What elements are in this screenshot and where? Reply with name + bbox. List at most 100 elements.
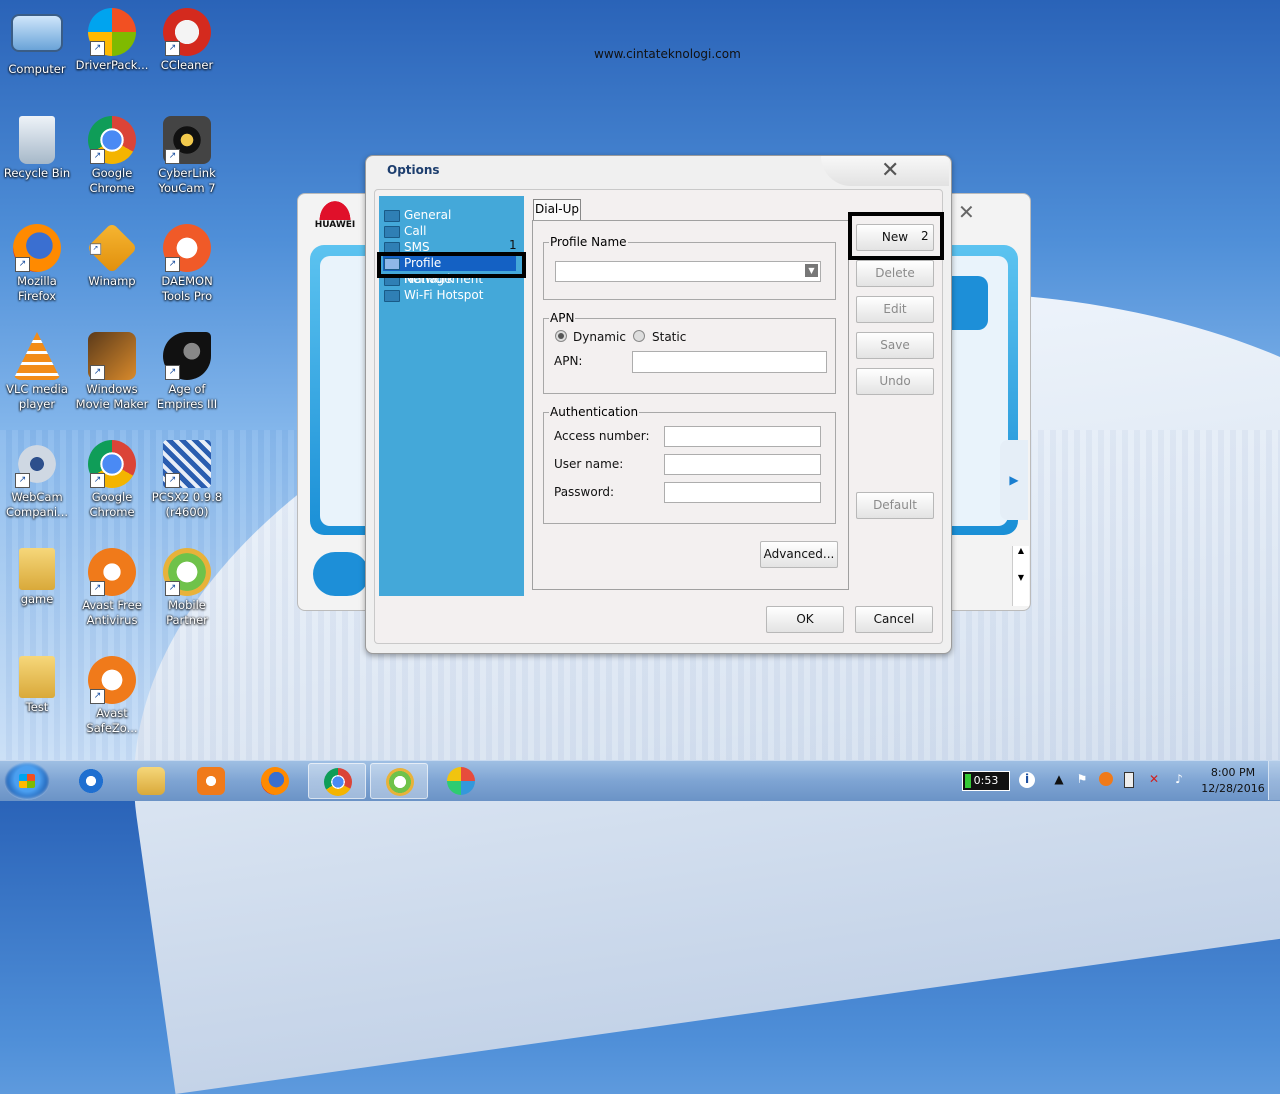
desktop-icon-label: Test — [25, 700, 49, 714]
daemon-tools-icon: ↗ — [163, 224, 211, 272]
huawei-menu-button[interactable] — [313, 552, 369, 596]
desktop-icon-label: game — [20, 592, 54, 606]
save-button[interactable]: Save — [856, 332, 934, 359]
desktop-icon-movie-maker[interactable]: ↗ Windows Movie Maker — [73, 332, 151, 412]
desktop-icon-webcam[interactable]: ↗ WebCam Compani... — [0, 440, 76, 520]
taskbar-clock[interactable]: 8:00 PM 12/28/2016 — [1196, 765, 1270, 797]
tab-dial-up[interactable]: Dial-Up — [533, 199, 581, 220]
taskbar-firefox[interactable] — [246, 763, 304, 799]
action-center-flag-icon[interactable]: ⚑ — [1075, 772, 1089, 786]
network-disconnected-icon[interactable]: ✕ — [1147, 772, 1161, 786]
internet-explorer-icon — [77, 767, 105, 795]
user-name-input[interactable] — [664, 454, 821, 475]
apn-dynamic-radio[interactable] — [555, 330, 567, 342]
apn-input[interactable] — [632, 351, 827, 373]
battery-level-icon — [965, 774, 971, 788]
nav-item-wifi-hotspot[interactable]: Wi-Fi Hotspot — [383, 287, 483, 303]
battery-indicator[interactable]: 0:53 — [962, 771, 1010, 791]
profile-name-legend: Profile Name — [549, 235, 628, 249]
driverpack-icon: ↗ — [88, 8, 136, 56]
clock-time: 8:00 PM — [1210, 766, 1256, 779]
profile-name-combo[interactable]: ▼ — [555, 261, 821, 282]
desktop-icon-firefox[interactable]: ↗ Mozilla Firefox — [0, 224, 76, 304]
nav-item-general[interactable]: General — [383, 207, 451, 223]
apn-static-radio[interactable] — [633, 330, 645, 342]
taskbar-internet-explorer[interactable] — [62, 763, 120, 799]
desktop-icon-label: Windows Movie Maker — [75, 382, 149, 411]
folder-icon — [137, 767, 165, 795]
desktop-icon-label: Recycle Bin — [3, 166, 71, 180]
pcsx2-icon: ↗ — [163, 440, 211, 488]
taskbar-paint[interactable] — [432, 763, 490, 799]
volume-icon[interactable]: ♪ — [1172, 772, 1186, 786]
desktop-icon-game[interactable]: game — [0, 548, 76, 607]
nav-item-label: General — [404, 208, 452, 222]
desktop-icon-age-of-empires[interactable]: ↗ Age of Empires III — [148, 332, 226, 412]
chevron-down-icon[interactable]: ▼ — [805, 264, 818, 277]
avast-tray-icon[interactable] — [1099, 772, 1113, 786]
apn-static-label: Static — [652, 330, 687, 344]
desktop-icon-ccleaner[interactable]: ↗ CCleaner — [148, 8, 226, 73]
desktop-icon-label: Winamp — [88, 274, 136, 288]
start-button[interactable] — [4, 762, 50, 800]
desktop-icon-cyberlink[interactable]: ↗ CyberLink YouCam 7 — [148, 116, 226, 196]
folder-icon — [384, 226, 400, 238]
desktop-icon-avast[interactable]: ↗ Avast Free Antivirus — [73, 548, 151, 628]
vlc-icon — [13, 332, 61, 380]
desktop-icon-label: Avast SafeZo... — [86, 706, 138, 735]
desktop-icon-driverpack[interactable]: ↗ DriverPack... — [73, 8, 151, 73]
clock-date: 12/28/2016 — [1201, 782, 1265, 795]
desktop-icon-winamp[interactable]: ↗ Winamp — [73, 222, 151, 289]
desktop-icon-daemon-tools[interactable]: ↗ DAEMON Tools Pro — [148, 224, 226, 304]
access-number-input[interactable] — [664, 426, 821, 447]
nav-item-label: Wi-Fi Hotspot — [404, 288, 484, 302]
huawei-scrollbar[interactable]: ▲ ▼ — [1012, 546, 1029, 606]
desktop-icon-pcsx2[interactable]: ↗ PCSX2 0.9.8 (r4600) — [148, 440, 226, 520]
ccleaner-icon: ↗ — [163, 8, 211, 56]
desktop-icon-label: DAEMON Tools Pro — [161, 274, 213, 303]
delete-button[interactable]: Delete — [856, 260, 934, 287]
ok-button[interactable]: OK — [766, 606, 844, 633]
battery-tray-icon[interactable] — [1124, 772, 1134, 788]
youcam-icon: ↗ — [163, 116, 211, 164]
annotation-marker-2: 2 — [921, 229, 929, 243]
huawei-expand-arrow-icon[interactable]: ▶ — [1000, 440, 1028, 520]
huawei-logo-text: HUAWEI — [314, 220, 356, 230]
dialog-close-button[interactable]: ✕ — [821, 156, 949, 186]
show-desktop-button[interactable] — [1268, 761, 1280, 800]
desktop-icon-google-chrome-2[interactable]: ↗ Google Chrome — [73, 440, 151, 520]
undo-button[interactable]: Undo — [856, 368, 934, 395]
taskbar-media-player[interactable] — [182, 763, 240, 799]
age-of-empires-icon: ↗ — [163, 332, 211, 380]
winamp-icon: ↗ — [86, 222, 138, 274]
desktop-icon-label: Avast Free Antivirus — [82, 598, 142, 627]
desktop-icon-vlc[interactable]: VLC media player — [0, 332, 76, 412]
desktop-icon-test[interactable]: Test — [0, 656, 76, 715]
desktop-icon-recycle-bin[interactable]: Recycle Bin — [0, 116, 76, 181]
cancel-button[interactable]: Cancel — [855, 606, 933, 633]
show-hidden-icons-chevron-icon[interactable]: ▲ — [1052, 772, 1066, 786]
taskbar-windows-explorer[interactable] — [122, 763, 180, 799]
mobile-partner-icon — [386, 768, 414, 796]
access-number-label: Access number: — [554, 429, 650, 443]
desktop-icon-computer[interactable]: Computer — [0, 8, 76, 77]
default-button[interactable]: Default — [856, 492, 934, 519]
advanced-button[interactable]: Advanced... — [760, 541, 838, 568]
movie-maker-icon: ↗ — [88, 332, 136, 380]
apn-legend: APN — [549, 311, 576, 325]
info-icon[interactable]: i — [1019, 772, 1035, 788]
edit-button[interactable]: Edit — [856, 296, 934, 323]
desktop-icon-google-chrome[interactable]: ↗ Google Chrome — [73, 116, 151, 196]
webcam-icon: ↗ — [13, 440, 61, 488]
taskbar-google-chrome[interactable] — [308, 763, 366, 799]
taskbar-mobile-partner[interactable] — [370, 763, 428, 799]
chrome-icon: ↗ — [88, 116, 136, 164]
paint-icon — [447, 767, 475, 795]
huawei-close-icon[interactable]: ✕ — [958, 200, 975, 224]
watermark-text: www.cintateknologi.com — [594, 47, 741, 61]
desktop-icon-avast-safezone[interactable]: ↗ Avast SafeZo... — [73, 656, 151, 736]
desktop-icon-mobile-partner[interactable]: ↗ Mobile Partner — [148, 548, 226, 628]
password-input[interactable] — [664, 482, 821, 503]
nav-item-call[interactable]: Call — [383, 223, 426, 239]
desktop-icon-label: Mobile Partner — [166, 598, 208, 627]
